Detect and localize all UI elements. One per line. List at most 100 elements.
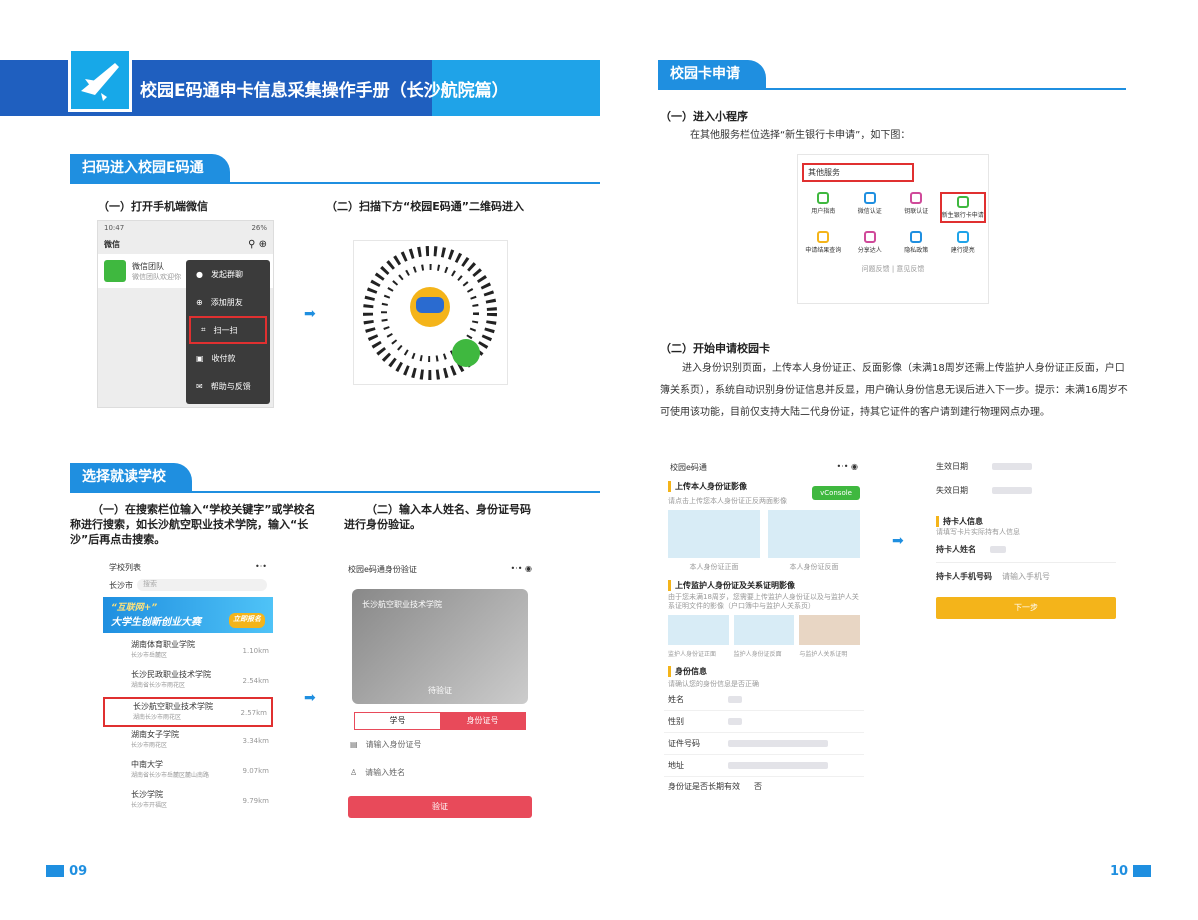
verify-button[interactable]: 验证	[348, 796, 532, 818]
school-list-item[interactable]: 长沙航空职业技术学院 湖南长沙市雨花区 2.57km	[103, 697, 273, 727]
wechat-team-avatar	[104, 260, 126, 282]
school-list-item[interactable]: 长沙学院 长沙市开福区 9.79km	[103, 787, 273, 817]
service-icon	[863, 192, 876, 204]
more-icon[interactable]: •·• ◉	[836, 462, 858, 473]
school-list-item[interactable]: 中南大学 湖南省长沙市岳麓区麓山南路 9.07km	[103, 757, 273, 787]
school-card: 长沙航空职业技术学院 待验证	[352, 589, 528, 704]
id-info-hint: 请确认您的身份信息是否正确	[668, 680, 759, 688]
id-info-title: 身份信息	[668, 666, 860, 677]
id-back-upload[interactable]	[768, 510, 860, 558]
page-number-left: 09	[69, 864, 88, 879]
arrow-right-icon: ➡	[304, 306, 316, 322]
service-item[interactable]: 申请结果查询	[800, 231, 847, 254]
more-icon[interactable]: •·• ◉	[510, 564, 532, 575]
school-list-title: 学校列表	[109, 563, 141, 572]
upload-guardian-hint: 由于您未满18周岁，您需要上传监护人身份证以及与监护人关系证明文件的影像（户口簿…	[668, 593, 859, 610]
step-start-apply: （二）开始申请校园卡	[660, 342, 770, 355]
tab-id-card[interactable]: 身份证号	[440, 713, 525, 729]
service-icon	[910, 231, 923, 243]
arrow-right-icon: ➡	[304, 690, 316, 706]
step2-text: 进入身份识别页面，上传本人身份证正、反面影像（未满18周岁还需上传监护人身份证正…	[660, 363, 1128, 418]
menu-item-payment[interactable]: ▣ 收付款	[186, 344, 270, 372]
mail-icon: ✉	[196, 381, 203, 391]
contact-name: 微信团队	[132, 261, 164, 271]
school-list-item[interactable]: 长沙民政职业技术学院 湖南省长沙市雨花区 2.54km	[103, 667, 273, 697]
service-icon	[956, 196, 969, 208]
service-item[interactable]: 用户指南	[800, 192, 847, 223]
step-enter-miniprogram: （一）进入小程序	[660, 110, 748, 123]
id-front-upload[interactable]	[668, 510, 760, 558]
vconsole-button[interactable]: vConsole	[812, 486, 860, 500]
holder-info-hint: 请填写卡片实际持有人信息	[936, 528, 1020, 536]
wechat-popup-menu: ● 发起群聊 ⊕ 添加朋友 ⌗ 扫一扫 ▣ 收付款 ✉ 帮助与反馈	[186, 260, 270, 404]
service-item[interactable]: 钥联认证	[893, 192, 940, 223]
service-item[interactable]: 隐私政策	[893, 231, 940, 254]
holder-phone-input[interactable]: 请输入手机号	[1002, 571, 1050, 582]
contact-sub: 微信团队欢迎你	[132, 272, 181, 281]
upload-guardian-title: 上传监护人身份证及关系证明影像	[668, 580, 860, 591]
right-footer: 10	[1110, 860, 1152, 879]
city-selector[interactable]: 长沙市	[109, 580, 133, 591]
section-school-header: 选择就读学校	[70, 463, 600, 493]
school-list-item[interactable]: 湖南女子学院 长沙市雨花区 3.34km	[103, 727, 273, 757]
services-footer: 问题反馈 | 意见反馈	[861, 265, 925, 273]
wechat-title: 微信	[104, 240, 120, 249]
step-open-wechat: （一）打开手机端微信	[98, 200, 208, 213]
guardian-front-upload[interactable]	[668, 615, 729, 645]
service-item[interactable]: 微信认证	[847, 192, 894, 223]
relation-proof-upload[interactable]	[799, 615, 861, 645]
logo-chip-icon	[1133, 864, 1152, 877]
step1-text: 在其他服务栏位选择“新生银行卡申请”，如下图：	[690, 130, 911, 141]
school-list-screen: 学校列表 •·• 长沙市 搜索 “互联网+” 大学生创新创业大赛 立即报名 湖南体育…	[103, 558, 273, 826]
name-field[interactable]: ♙ 请输入姓名	[340, 758, 540, 786]
tab-student-no[interactable]: 学号	[355, 713, 440, 729]
status-time: 10:47	[104, 224, 125, 232]
id-fields: 姓名 性别 证件号码 地址	[664, 689, 864, 777]
more-icon[interactable]: •·•	[255, 562, 267, 573]
search-icon[interactable]: ⚲ ⊕	[248, 239, 267, 250]
id-field-row[interactable]: 地址	[664, 755, 864, 777]
form-title: 校园e码通	[670, 463, 707, 472]
left-footer: 09	[46, 860, 87, 879]
upload-id-screen: 校园e码通 •·• ◉ vConsole 上传本人身份证影像 请点击上传您本人身份…	[664, 452, 864, 830]
holder-info-title: 持卡人信息	[936, 516, 1116, 527]
long-valid-toggle[interactable]: 否	[754, 781, 762, 792]
service-item[interactable]: 新生银行卡申请	[939, 192, 986, 223]
guardian-back-upload[interactable]	[733, 615, 795, 645]
payment-icon: ▣	[196, 353, 204, 363]
school-search-input[interactable]: 搜索	[137, 579, 267, 591]
menu-item-group-chat[interactable]: ● 发起群聊	[186, 260, 270, 288]
expiry-date-label: 失效日期	[936, 485, 968, 495]
next-step-button[interactable]: 下一步	[936, 597, 1116, 619]
step-verify-identity: （二）输入本人姓名、身份证号码进行身份验证。	[344, 503, 531, 531]
menu-item-add-friend[interactable]: ⊕ 添加朋友	[186, 288, 270, 316]
page-number-right: 10	[1110, 864, 1129, 879]
logo-chip-icon	[46, 864, 64, 877]
manual-title: 校园E码通申卡信息采集操作手册（长沙航院篇）	[140, 81, 509, 101]
service-icon	[863, 231, 876, 243]
chat-icon: ●	[196, 269, 203, 279]
other-services-header: 其他服务	[802, 163, 914, 182]
status-battery: 26%	[251, 224, 267, 232]
id-field-row[interactable]: 性别	[664, 711, 864, 733]
school-list: 湖南体育职业学院 长沙市岳麓区 1.10km 长沙民政职业技术学院 湖南省长沙市雨花区 2…	[103, 637, 273, 817]
step-scan-qr: （二）扫描下方“校园E码通”二维码进入	[326, 200, 524, 213]
service-icon	[817, 192, 830, 204]
service-item[interactable]: 建行提亮	[940, 231, 987, 254]
service-item[interactable]: 分享达人	[847, 231, 894, 254]
id-field-row[interactable]: 姓名	[664, 689, 864, 711]
school-list-item[interactable]: 湖南体育职业学院 长沙市岳麓区 1.10km	[103, 637, 273, 667]
arrow-right-icon: ➡	[892, 533, 904, 549]
contest-banner[interactable]: “互联网+” 大学生创新创业大赛 立即报名	[103, 597, 273, 633]
step-search-school: （一）在搜索栏位输入“学校关键字”或学校名称进行搜索，如长沙航空职业技术学院，输…	[70, 503, 316, 546]
other-services-screen: 其他服务 用户指南 微信认证 钥联认证 新生银行卡申请申请结果查询 分享达人 隐私政策 建行…	[797, 154, 989, 304]
id-number-field[interactable]: ▤ 请输入身份证号	[340, 730, 540, 758]
effective-date-label: 生效日期	[936, 461, 968, 471]
holder-phone-label: 持卡人手机号码	[936, 571, 992, 581]
menu-item-scan[interactable]: ⌗ 扫一扫	[189, 316, 267, 344]
services-grid: 用户指南 微信认证 钥联认证 新生银行卡申请申请结果查询 分享达人 隐私政策 建行提亮	[798, 190, 988, 256]
holder-name-input[interactable]	[990, 546, 1006, 553]
id-field-row[interactable]: 证件号码	[664, 733, 864, 755]
identity-verify-screen: 校园e码通身份验证 •·• ◉ 长沙航空职业技术学院 待验证 学号 身份证号 ▤ 请…	[340, 558, 540, 826]
menu-item-help[interactable]: ✉ 帮助与反馈	[186, 372, 270, 400]
